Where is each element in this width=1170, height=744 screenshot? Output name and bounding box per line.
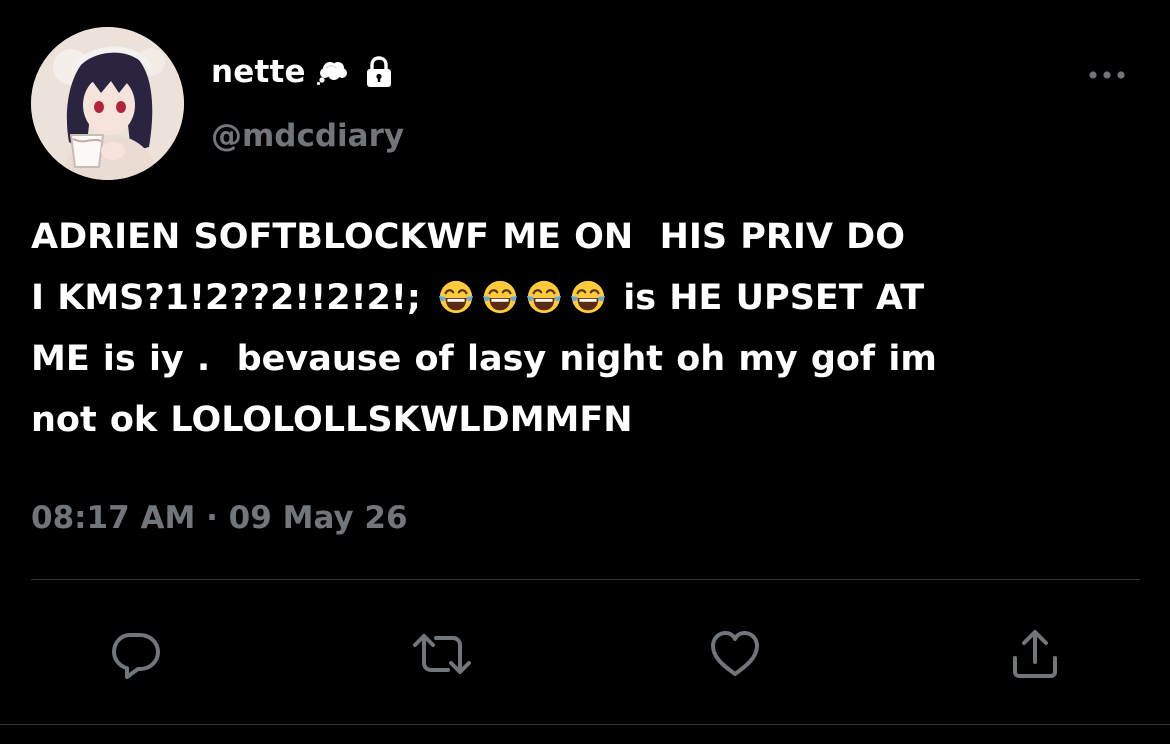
bottom-divider	[0, 724, 1170, 725]
tweet-card: nette @mdcdiary ADRIEN SOFTBLOCKWF ME ON…	[0, 0, 1170, 744]
reply-button[interactable]	[108, 626, 164, 682]
display-name-row: nette	[211, 52, 394, 92]
like-icon	[711, 631, 759, 676]
tears-of-joy-emoji	[570, 280, 606, 314]
tweet-text-line-3: ME is iy . bevause of lasy night oh my g…	[31, 339, 937, 379]
thought-bubble-icon	[316, 62, 347, 85]
display-name[interactable]: nette	[211, 54, 306, 90]
avatar[interactable]	[31, 27, 184, 180]
lock-icon	[366, 56, 391, 87]
tears-of-joy-emoji	[482, 280, 518, 314]
tweet-text-line-2b: is HE UPSET AT	[610, 278, 925, 318]
timestamp[interactable]: 08:17 AM · 09 May 26	[31, 500, 408, 536]
tears-of-joy-emoji	[526, 280, 562, 314]
reply-icon	[112, 633, 160, 679]
tweet-text-line-4: not ok LOLOLOLLSKWLDMMFN	[31, 400, 633, 440]
tears-of-joy-emoji	[438, 280, 474, 314]
share-icon	[1013, 630, 1057, 678]
divider	[31, 579, 1140, 580]
like-button[interactable]	[707, 626, 763, 682]
tweet-text: ADRIEN SOFTBLOCKWF ME ON HIS PRIV DO I K…	[31, 207, 1156, 451]
retweet-button[interactable]	[410, 626, 474, 682]
share-button[interactable]	[1007, 626, 1063, 682]
more-options-icon[interactable]	[1085, 63, 1129, 87]
tweet-text-line-2a: I KMS?1!2??2!!2!2!;	[31, 278, 435, 318]
user-handle[interactable]: @mdcdiary	[211, 118, 404, 154]
retweet-icon	[413, 634, 471, 674]
tweet-text-line-1: ADRIEN SOFTBLOCKWF ME ON HIS PRIV DO	[31, 217, 905, 257]
